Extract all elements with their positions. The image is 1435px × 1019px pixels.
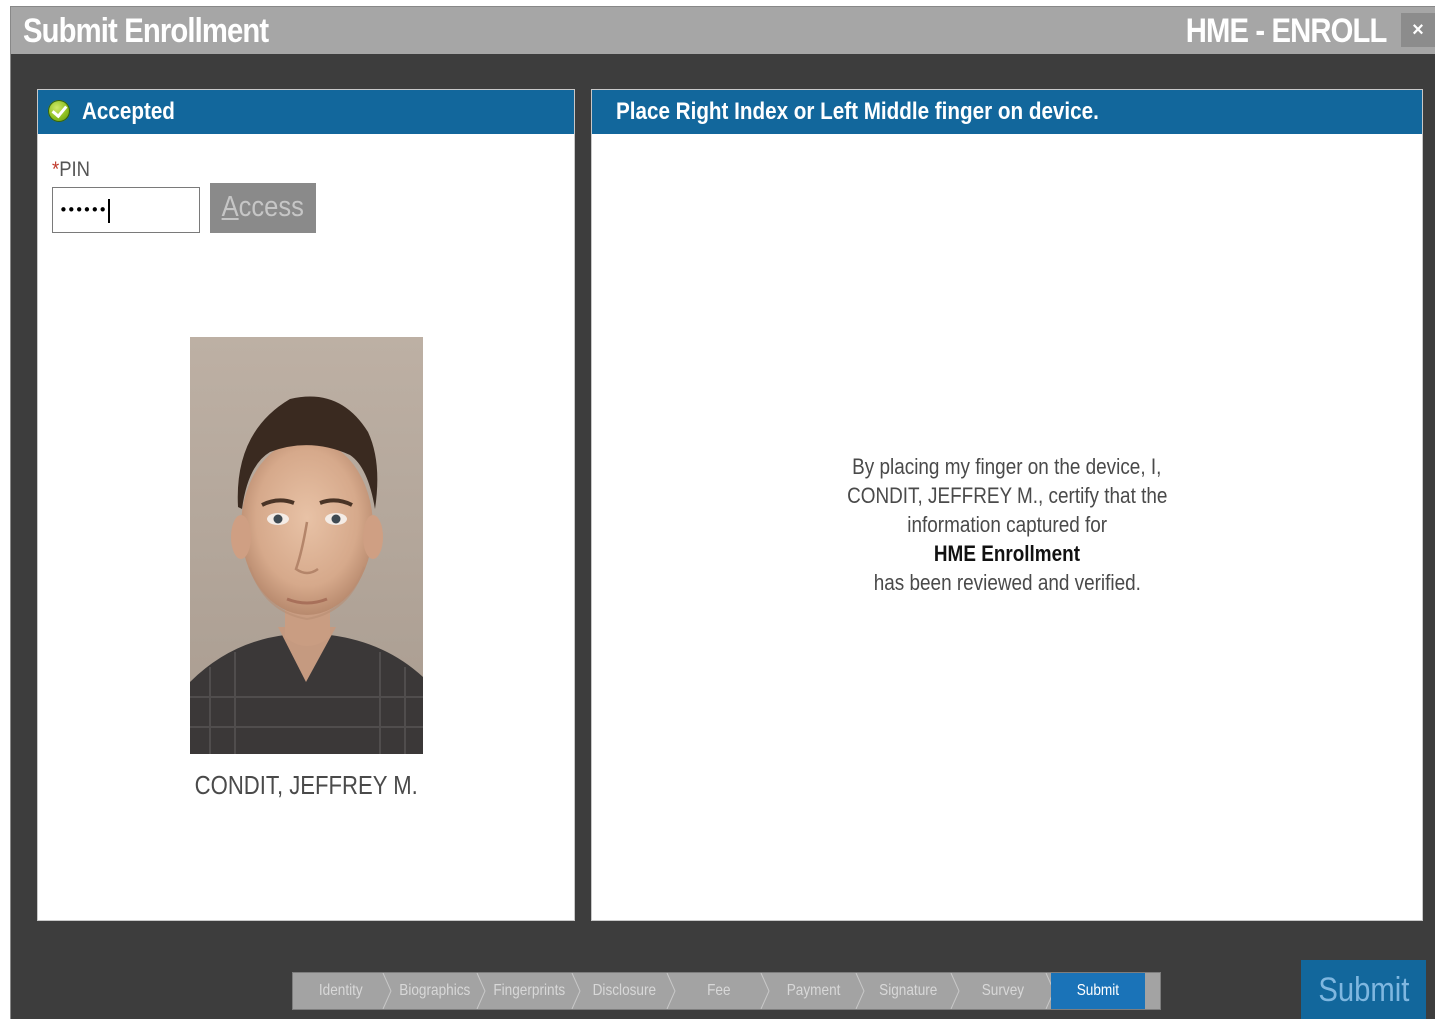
certification-line-3: information captured for (907, 512, 1107, 537)
step-signature[interactable]: Signature (861, 973, 960, 1009)
fingerprint-panel: Place Right Index or Left Middle finger … (591, 89, 1423, 921)
step-disclosure[interactable]: Disclosure (577, 973, 676, 1009)
access-label: ccess (238, 191, 305, 223)
step-label: Survey (981, 982, 1025, 999)
step-biographics[interactable]: Biographics (388, 973, 486, 1009)
pin-panel: Accepted *PIN •••••• Access CONDIT, JEFF… (37, 89, 575, 921)
enrollment-window: Submit Enrollment HME - ENROLL × Accepte… (10, 6, 1435, 1019)
fingerprint-instruction: Place Right Index or Left Middle finger … (616, 98, 1099, 125)
applicant-name-text: CONDIT, JEFFREY M. (194, 770, 418, 800)
app-name: HME - ENROLL (1186, 12, 1388, 50)
step-survey[interactable]: Survey (956, 973, 1055, 1009)
pin-label-text: PIN (59, 158, 91, 181)
step-fee[interactable]: Fee (672, 973, 770, 1009)
certification-program: HME Enrollment (933, 541, 1081, 566)
pin-label: *PIN (52, 158, 90, 182)
pin-panel-header: Accepted (38, 90, 574, 134)
step-label: Fingerprints (493, 982, 566, 999)
certification-line-2: CONDIT, JEFFREY M., certify that the (846, 483, 1168, 508)
applicant-name: CONDIT, JEFFREY M. (38, 770, 574, 801)
step-submit[interactable]: Submit (1050, 973, 1146, 1009)
progress-steps: Identity Biographics Fingerprints Disclosur… (292, 972, 1161, 1010)
access-mnemonic: A (221, 191, 239, 223)
access-button[interactable]: Access (210, 183, 316, 233)
title-bar: Submit Enrollment HME - ENROLL × (11, 7, 1435, 54)
certification-line-1: By placing my finger on the device, I, (852, 454, 1162, 479)
status-label: Accepted (82, 98, 175, 125)
step-label: Disclosure (592, 982, 657, 999)
step-label: Payment (786, 982, 841, 999)
portrait-image (190, 337, 423, 754)
pin-value: •••••• (59, 201, 107, 219)
close-icon: × (1412, 19, 1424, 41)
step-fingerprints[interactable]: Fingerprints (482, 973, 581, 1009)
pin-input[interactable]: •••••• (52, 187, 200, 233)
window-title: Submit Enrollment (23, 12, 269, 50)
step-identity[interactable]: Identity (293, 973, 392, 1009)
text-caret (108, 198, 111, 223)
step-label: Biographics (399, 982, 471, 999)
applicant-photo (190, 337, 423, 754)
certification-text: By placing my finger on the device, I, C… (592, 452, 1422, 597)
step-label: Identity (318, 982, 363, 999)
close-button[interactable]: × (1401, 13, 1435, 47)
submit-button[interactable]: Submit (1301, 960, 1426, 1019)
step-label: Fee (707, 982, 731, 999)
step-label: Signature (879, 982, 938, 999)
submit-label: Submit (1317, 971, 1409, 1009)
step-label: Submit (1076, 982, 1119, 999)
check-icon (48, 100, 70, 122)
fingerprint-panel-header: Place Right Index or Left Middle finger … (592, 90, 1422, 134)
step-payment[interactable]: Payment (766, 973, 865, 1009)
certification-line-5: has been reviewed and verified. (873, 570, 1141, 595)
